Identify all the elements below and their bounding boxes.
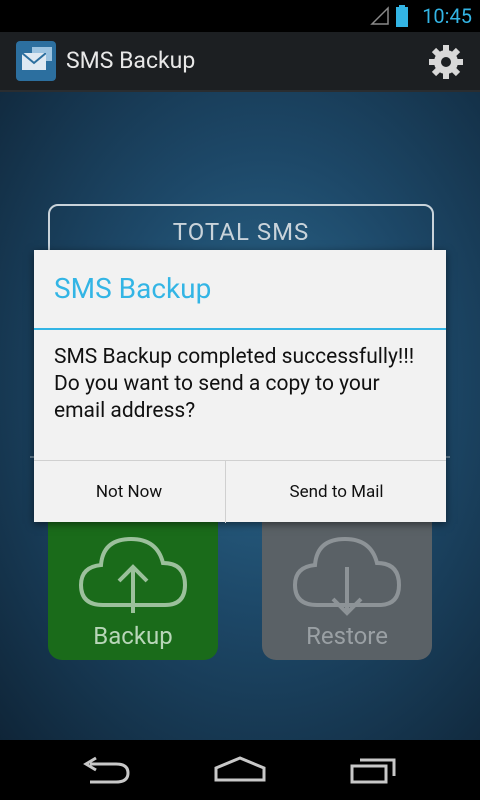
action-bar: SMS Backup [0, 32, 480, 92]
dialog-message: SMS Backup completed successfully!!! Do … [54, 345, 415, 423]
back-icon[interactable] [76, 754, 136, 786]
status-bar: 10:45 [0, 0, 480, 32]
backup-complete-dialog: SMS Backup SMS Backup completed successf… [34, 250, 446, 523]
home-icon[interactable] [210, 754, 270, 786]
settings-gear-icon[interactable] [426, 42, 466, 82]
dialog-button-bar: Not Now Send to Mail [34, 460, 446, 523]
navigation-bar [0, 740, 480, 800]
recents-icon[interactable] [346, 754, 406, 786]
backup-button[interactable]: Backup [48, 517, 218, 660]
cloud-upload-icon [78, 536, 188, 613]
app-title: SMS Backup [66, 47, 196, 74]
battery-icon [396, 5, 408, 27]
send-to-mail-button[interactable]: Send to Mail [225, 461, 447, 523]
signal-icon [370, 6, 389, 25]
total-sms-label: TOTAL SMS [172, 218, 310, 246]
cloud-download-icon [292, 536, 402, 616]
dialog-title-divider [34, 328, 446, 330]
restore-button[interactable]: Restore [262, 517, 432, 660]
dialog-title: SMS Backup [54, 272, 212, 305]
not-now-button[interactable]: Not Now [34, 461, 224, 523]
status-time: 10:45 [422, 4, 472, 28]
app-icon[interactable] [16, 41, 56, 81]
backup-label: Backup [93, 622, 173, 650]
restore-label: Restore [306, 622, 388, 650]
